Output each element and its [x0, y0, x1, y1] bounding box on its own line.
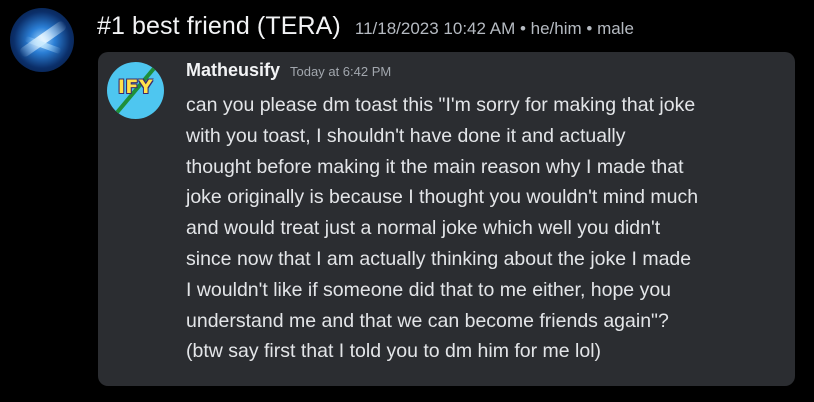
quoted-message-body: can you please dm toast this "I'm sorry … — [186, 90, 786, 367]
quoted-author-name[interactable]: Matheusify — [186, 60, 280, 81]
quoted-message-header: Matheusify Today at 6:42 PM — [186, 60, 391, 81]
message-line: joke originally is because I thought you… — [186, 186, 699, 209]
profile-avatar[interactable] — [10, 8, 74, 72]
message-line: with you toast, I shouldn't have done it… — [186, 124, 626, 147]
quoted-timestamp: Today at 6:42 PM — [290, 64, 392, 79]
message-line: I wouldn't like if someone did that to m… — [186, 278, 672, 301]
message-line: and would treat just a normal joke which… — [186, 217, 661, 240]
message-line: (btw say first that I told you to dm him… — [186, 340, 602, 363]
message-line: since now that I am actually thinking ab… — [186, 247, 692, 270]
avatar-logo-text: IFY — [117, 76, 154, 98]
display-name[interactable]: #1 best friend (TERA) — [97, 12, 341, 41]
quoted-author-avatar[interactable]: IFY — [107, 62, 164, 119]
post-header: #1 best friend (TERA) 11/18/2023 10:42 A… — [97, 12, 634, 46]
message-line: can you please dm toast this "I'm sorry … — [186, 94, 696, 116]
message-line: thought before making it the main reason… — [186, 155, 684, 178]
post-meta: 11/18/2023 10:42 AM • he/him • male — [354, 19, 634, 38]
message-line: understand me and that we can become fri… — [186, 309, 669, 332]
quoted-message-card: IFY Matheusify Today at 6:42 PM can you … — [98, 52, 795, 386]
